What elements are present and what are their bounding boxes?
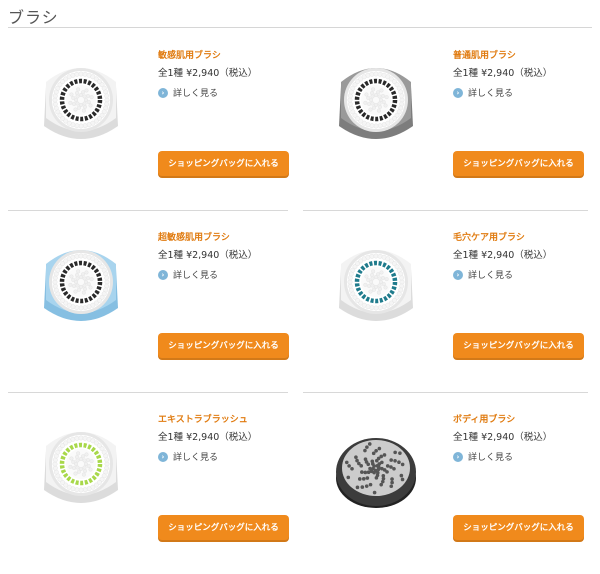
product-price: 全1種 ¥2,940（税込）	[453, 68, 553, 79]
product-name[interactable]: ボディ用ブラシ	[453, 412, 587, 426]
brush-head-image[interactable]	[36, 420, 126, 516]
add-to-bag-button[interactable]: ショッピングバッグに入れる	[453, 333, 584, 360]
product-name[interactable]: 敏感肌用ブラシ	[158, 48, 292, 62]
title-divider	[8, 27, 592, 28]
product-card: 敏感肌用ブラシ 全1種 ¥2,940（税込） › 詳しく見るショッピングバッグに入れる	[8, 30, 290, 200]
product-card: ボディ用ブラシ 全1種 ¥2,940（税込） › 詳しく見るショッピングバッグに入れる	[303, 394, 585, 564]
product-info: 敏感肌用ブラシ 全1種 ¥2,940（税込） › 詳しく見る	[158, 48, 292, 99]
add-to-bag-button[interactable]: ショッピングバッグに入れる	[453, 151, 584, 178]
product-info: エキストラブラッシュ 全1種 ¥2,940（税込） › 詳しく見る	[158, 412, 292, 463]
add-to-bag-button[interactable]: ショッピングバッグに入れる	[158, 515, 289, 542]
row-divider	[303, 392, 588, 393]
details-link[interactable]: › 詳しく見る	[453, 86, 587, 99]
row-divider	[303, 210, 588, 211]
page-title: ブラシ	[8, 8, 59, 27]
arrow-circle-icon: ›	[158, 451, 168, 462]
product-card: 毛穴ケア用ブラシ 全1種 ¥2,940（税込） › 詳しく見るショッピングバッグに入れ…	[303, 212, 585, 382]
details-link[interactable]: › 詳しく見る	[453, 268, 587, 281]
product-card: 超敏感肌用ブラシ 全1種 ¥2,940（税込） › 詳しく見るショッピングバッグに入れ…	[8, 212, 290, 382]
product-price: 全1種 ¥2,940（税込）	[453, 432, 553, 443]
arrow-circle-icon: ›	[158, 87, 168, 98]
brush-head-image[interactable]	[331, 420, 421, 516]
details-link-label: 詳しく見る	[468, 89, 514, 99]
row-divider	[8, 210, 288, 211]
details-link-label: 詳しく見る	[173, 271, 219, 281]
details-link[interactable]: › 詳しく見る	[158, 268, 292, 281]
row-divider	[8, 392, 288, 393]
product-price: 全1種 ¥2,940（税込）	[158, 68, 258, 79]
product-name[interactable]: 毛穴ケア用ブラシ	[453, 230, 587, 244]
add-to-bag-button[interactable]: ショッピングバッグに入れる	[453, 515, 584, 542]
arrow-circle-icon: ›	[158, 269, 168, 280]
details-link[interactable]: › 詳しく見る	[158, 86, 292, 99]
details-link-label: 詳しく見る	[173, 453, 219, 463]
product-info: 普通肌用ブラシ 全1種 ¥2,940（税込） › 詳しく見る	[453, 48, 587, 99]
product-price: 全1種 ¥2,940（税込）	[158, 250, 258, 261]
add-to-bag-button[interactable]: ショッピングバッグに入れる	[158, 151, 289, 178]
product-name[interactable]: 超敏感肌用ブラシ	[158, 230, 292, 244]
product-card: 普通肌用ブラシ 全1種 ¥2,940（税込） › 詳しく見るショッピングバッグに入れる	[303, 30, 585, 200]
product-name[interactable]: 普通肌用ブラシ	[453, 48, 587, 62]
details-link-label: 詳しく見る	[173, 89, 219, 99]
brush-head-image[interactable]	[36, 238, 126, 334]
arrow-circle-icon: ›	[453, 269, 463, 280]
add-to-bag-button[interactable]: ショッピングバッグに入れる	[158, 333, 289, 360]
product-info: ボディ用ブラシ 全1種 ¥2,940（税込） › 詳しく見る	[453, 412, 587, 463]
product-price: 全1種 ¥2,940（税込）	[158, 432, 258, 443]
brush-head-image[interactable]	[36, 56, 126, 152]
brush-head-image[interactable]	[331, 56, 421, 152]
product-name[interactable]: エキストラブラッシュ	[158, 412, 292, 426]
arrow-circle-icon: ›	[453, 451, 463, 462]
details-link[interactable]: › 詳しく見る	[158, 450, 292, 463]
product-card: エキストラブラッシュ 全1種 ¥2,940（税込） › 詳しく見るショッピングバッグに…	[8, 394, 290, 564]
product-price: 全1種 ¥2,940（税込）	[453, 250, 553, 261]
arrow-circle-icon: ›	[453, 87, 463, 98]
details-link-label: 詳しく見る	[468, 271, 514, 281]
product-info: 毛穴ケア用ブラシ 全1種 ¥2,940（税込） › 詳しく見る	[453, 230, 587, 281]
details-link-label: 詳しく見る	[468, 453, 514, 463]
product-info: 超敏感肌用ブラシ 全1種 ¥2,940（税込） › 詳しく見る	[158, 230, 292, 281]
details-link[interactable]: › 詳しく見る	[453, 450, 587, 463]
brush-head-image[interactable]	[331, 238, 421, 334]
